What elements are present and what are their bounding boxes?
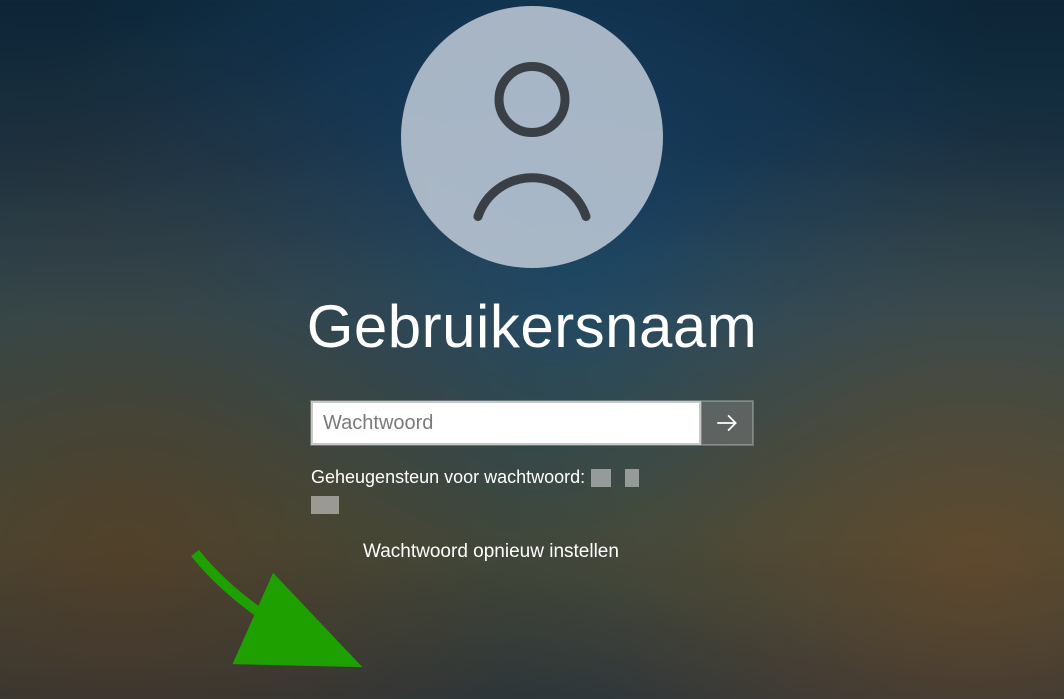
password-hint-row-2 (311, 496, 753, 519)
password-row (311, 401, 753, 445)
hint-redacted-block (625, 469, 639, 487)
username-label: Gebruikersnaam (307, 292, 758, 361)
password-input[interactable] (311, 401, 701, 445)
hint-redacted-block (311, 496, 339, 514)
reset-password-link[interactable]: Wachtwoord opnieuw instellen (363, 541, 619, 562)
submit-button[interactable] (701, 401, 753, 445)
reset-password-row: Wachtwoord opnieuw instellen (311, 541, 753, 563)
hint-redacted-block (591, 469, 611, 487)
login-container: Gebruikersnaam Geheugensteun voor wachtw… (0, 0, 1064, 699)
user-avatar (401, 6, 663, 268)
password-hint-label: Geheugensteun voor wachtwoord: (311, 467, 585, 488)
arrow-right-icon (714, 410, 740, 436)
password-hint-row: Geheugensteun voor wachtwoord: (311, 467, 753, 488)
user-icon (457, 52, 607, 222)
